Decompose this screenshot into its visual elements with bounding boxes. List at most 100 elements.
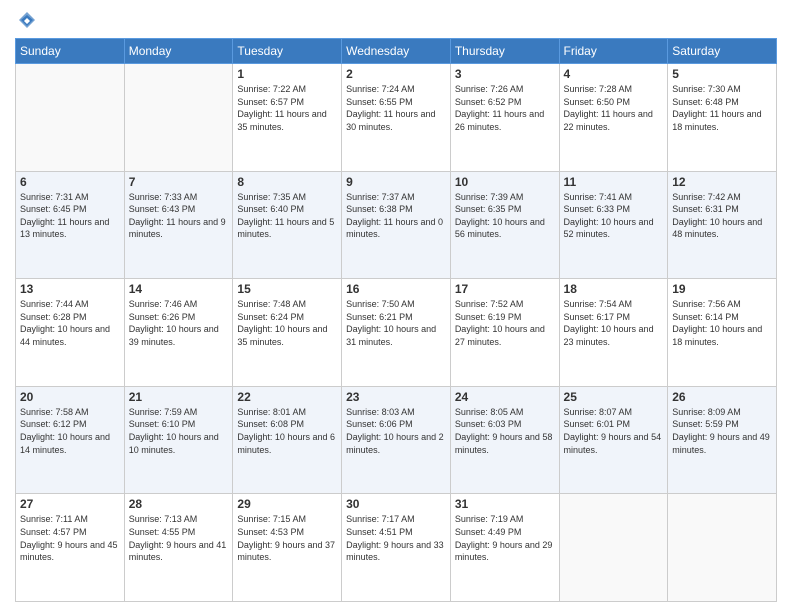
day-info: Sunrise: 7:56 AMSunset: 6:14 PMDaylight:… xyxy=(672,298,772,348)
day-number: 23 xyxy=(346,390,446,404)
day-number: 9 xyxy=(346,175,446,189)
day-info: Sunrise: 7:39 AMSunset: 6:35 PMDaylight:… xyxy=(455,191,555,241)
day-number: 11 xyxy=(564,175,664,189)
calendar-header-thursday: Thursday xyxy=(450,39,559,64)
day-info: Sunrise: 7:33 AMSunset: 6:43 PMDaylight:… xyxy=(129,191,229,241)
day-info: Sunrise: 7:59 AMSunset: 6:10 PMDaylight:… xyxy=(129,406,229,456)
day-number: 2 xyxy=(346,67,446,81)
calendar-cell: 11 Sunrise: 7:41 AMSunset: 6:33 PMDayligh… xyxy=(559,171,668,279)
day-info: Sunrise: 8:03 AMSunset: 6:06 PMDaylight:… xyxy=(346,406,446,456)
calendar-header-friday: Friday xyxy=(559,39,668,64)
day-number: 4 xyxy=(564,67,664,81)
day-number: 19 xyxy=(672,282,772,296)
calendar-cell: 7 Sunrise: 7:33 AMSunset: 6:43 PMDaylight… xyxy=(124,171,233,279)
page: SundayMondayTuesdayWednesdayThursdayFrid… xyxy=(0,0,792,612)
day-info: Sunrise: 7:48 AMSunset: 6:24 PMDaylight:… xyxy=(237,298,337,348)
day-info: Sunrise: 7:46 AMSunset: 6:26 PMDaylight:… xyxy=(129,298,229,348)
day-info: Sunrise: 7:11 AMSunset: 4:57 PMDaylight:… xyxy=(20,513,120,563)
day-info: Sunrise: 8:05 AMSunset: 6:03 PMDaylight:… xyxy=(455,406,555,456)
calendar-week-row: 20Sunrise: 7:58 AMSunset: 6:12 PMDayligh… xyxy=(16,386,777,494)
day-number: 24 xyxy=(455,390,555,404)
calendar-cell: 24 Sunrise: 8:05 AMSunset: 6:03 PMDayligh… xyxy=(450,386,559,494)
day-info: Sunrise: 7:37 AMSunset: 6:38 PMDaylight:… xyxy=(346,191,446,241)
day-info: Sunrise: 7:31 AMSunset: 6:45 PMDaylight:… xyxy=(20,191,120,241)
day-number: 30 xyxy=(346,497,446,511)
day-number: 29 xyxy=(237,497,337,511)
calendar-cell: 30Sunrise: 7:17 AMSunset: 4:51 PMDayligh… xyxy=(342,494,451,602)
calendar-cell: 14 Sunrise: 7:46 AMSunset: 6:26 PMDayligh… xyxy=(124,279,233,387)
calendar-cell xyxy=(124,64,233,172)
day-number: 26 xyxy=(672,390,772,404)
day-info: Sunrise: 7:52 AMSunset: 6:19 PMDaylight:… xyxy=(455,298,555,348)
calendar-cell xyxy=(668,494,777,602)
day-number: 5 xyxy=(672,67,772,81)
calendar-cell: 4 Sunrise: 7:28 AMSunset: 6:50 PMDaylight… xyxy=(559,64,668,172)
logo xyxy=(15,10,37,30)
calendar-cell: 2 Sunrise: 7:24 AMSunset: 6:55 PMDaylight… xyxy=(342,64,451,172)
calendar-table: SundayMondayTuesdayWednesdayThursdayFrid… xyxy=(15,38,777,602)
calendar-cell: 25 Sunrise: 8:07 AMSunset: 6:01 PMDayligh… xyxy=(559,386,668,494)
day-number: 22 xyxy=(237,390,337,404)
logo-icon xyxy=(17,10,37,30)
calendar-cell: 27 Sunrise: 7:11 AMSunset: 4:57 PMDayligh… xyxy=(16,494,125,602)
calendar-cell: 31 Sunrise: 7:19 AMSunset: 4:49 PMDayligh… xyxy=(450,494,559,602)
day-info: Sunrise: 8:09 AMSunset: 5:59 PMDaylight:… xyxy=(672,406,772,456)
day-info: Sunrise: 7:44 AMSunset: 6:28 PMDaylight:… xyxy=(20,298,120,348)
day-info: Sunrise: 7:28 AMSunset: 6:50 PMDaylight:… xyxy=(564,83,664,133)
day-info: Sunrise: 7:58 AMSunset: 6:12 PMDaylight:… xyxy=(20,406,120,456)
calendar-header-tuesday: Tuesday xyxy=(233,39,342,64)
day-info: Sunrise: 7:54 AMSunset: 6:17 PMDaylight:… xyxy=(564,298,664,348)
day-number: 14 xyxy=(129,282,229,296)
day-info: Sunrise: 8:07 AMSunset: 6:01 PMDaylight:… xyxy=(564,406,664,456)
calendar-cell: 13 Sunrise: 7:44 AMSunset: 6:28 PMDayligh… xyxy=(16,279,125,387)
calendar-cell: 26 Sunrise: 8:09 AMSunset: 5:59 PMDayligh… xyxy=(668,386,777,494)
day-info: Sunrise: 7:19 AMSunset: 4:49 PMDaylight:… xyxy=(455,513,555,563)
calendar-cell: 20Sunrise: 7:58 AMSunset: 6:12 PMDayligh… xyxy=(16,386,125,494)
calendar-week-row: 13 Sunrise: 7:44 AMSunset: 6:28 PMDayligh… xyxy=(16,279,777,387)
calendar-header-wednesday: Wednesday xyxy=(342,39,451,64)
day-info: Sunrise: 8:01 AMSunset: 6:08 PMDaylight:… xyxy=(237,406,337,456)
day-number: 6 xyxy=(20,175,120,189)
day-number: 8 xyxy=(237,175,337,189)
day-info: Sunrise: 7:41 AMSunset: 6:33 PMDaylight:… xyxy=(564,191,664,241)
calendar-header-sunday: Sunday xyxy=(16,39,125,64)
calendar-header-row: SundayMondayTuesdayWednesdayThursdayFrid… xyxy=(16,39,777,64)
day-number: 27 xyxy=(20,497,120,511)
calendar-cell: 5 Sunrise: 7:30 AMSunset: 6:48 PMDaylight… xyxy=(668,64,777,172)
calendar-cell: 28Sunrise: 7:13 AMSunset: 4:55 PMDayligh… xyxy=(124,494,233,602)
calendar-cell: 23 Sunrise: 8:03 AMSunset: 6:06 PMDayligh… xyxy=(342,386,451,494)
calendar-cell: 15 Sunrise: 7:48 AMSunset: 6:24 PMDayligh… xyxy=(233,279,342,387)
day-info: Sunrise: 7:24 AMSunset: 6:55 PMDaylight:… xyxy=(346,83,446,133)
day-number: 18 xyxy=(564,282,664,296)
day-number: 16 xyxy=(346,282,446,296)
day-info: Sunrise: 7:42 AMSunset: 6:31 PMDaylight:… xyxy=(672,191,772,241)
calendar-cell: 16Sunrise: 7:50 AMSunset: 6:21 PMDayligh… xyxy=(342,279,451,387)
day-number: 15 xyxy=(237,282,337,296)
day-number: 31 xyxy=(455,497,555,511)
calendar-cell xyxy=(16,64,125,172)
calendar-week-row: 27 Sunrise: 7:11 AMSunset: 4:57 PMDayligh… xyxy=(16,494,777,602)
calendar-cell: 9 Sunrise: 7:37 AMSunset: 6:38 PMDaylight… xyxy=(342,171,451,279)
day-number: 10 xyxy=(455,175,555,189)
calendar-cell: 8Sunrise: 7:35 AMSunset: 6:40 PMDaylight… xyxy=(233,171,342,279)
day-number: 1 xyxy=(237,67,337,81)
day-info: Sunrise: 7:26 AMSunset: 6:52 PMDaylight:… xyxy=(455,83,555,133)
calendar-cell: 12Sunrise: 7:42 AMSunset: 6:31 PMDayligh… xyxy=(668,171,777,279)
calendar-week-row: 6 Sunrise: 7:31 AMSunset: 6:45 PMDaylight… xyxy=(16,171,777,279)
calendar-cell: 19 Sunrise: 7:56 AMSunset: 6:14 PMDayligh… xyxy=(668,279,777,387)
calendar-header-saturday: Saturday xyxy=(668,39,777,64)
calendar-cell: 29 Sunrise: 7:15 AMSunset: 4:53 PMDayligh… xyxy=(233,494,342,602)
calendar-cell: 17 Sunrise: 7:52 AMSunset: 6:19 PMDayligh… xyxy=(450,279,559,387)
calendar-cell: 21 Sunrise: 7:59 AMSunset: 6:10 PMDayligh… xyxy=(124,386,233,494)
day-number: 17 xyxy=(455,282,555,296)
day-number: 13 xyxy=(20,282,120,296)
day-info: Sunrise: 7:30 AMSunset: 6:48 PMDaylight:… xyxy=(672,83,772,133)
day-number: 25 xyxy=(564,390,664,404)
day-number: 7 xyxy=(129,175,229,189)
day-number: 3 xyxy=(455,67,555,81)
day-info: Sunrise: 7:15 AMSunset: 4:53 PMDaylight:… xyxy=(237,513,337,563)
calendar-week-row: 1Sunrise: 7:22 AMSunset: 6:57 PMDaylight… xyxy=(16,64,777,172)
calendar-cell: 6 Sunrise: 7:31 AMSunset: 6:45 PMDaylight… xyxy=(16,171,125,279)
header xyxy=(15,10,777,30)
day-number: 21 xyxy=(129,390,229,404)
